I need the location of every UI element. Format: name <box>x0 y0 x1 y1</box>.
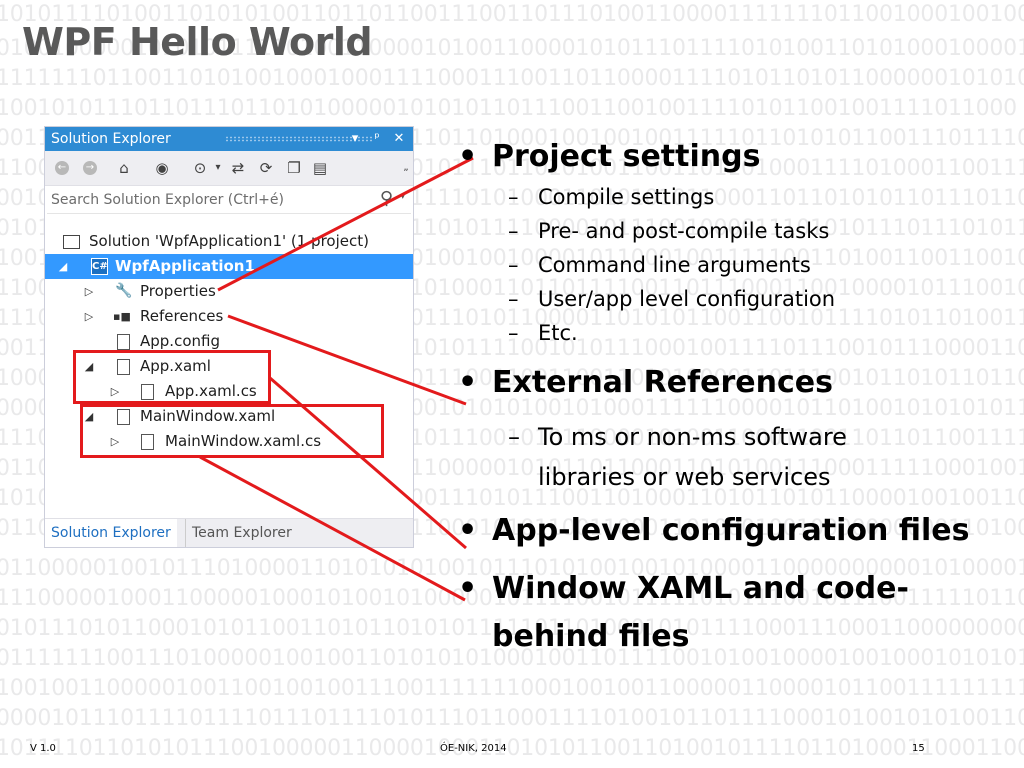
search-options-chevron-icon[interactable]: ▾ <box>400 192 405 202</box>
bullet-text: behind files <box>492 619 690 654</box>
tab-solution-explorer[interactable]: Solution Explorer <box>45 519 177 547</box>
solutions-view-icon[interactable]: ◉ <box>153 159 171 177</box>
tree-item-solution[interactable]: Solution 'WpfApplication1' (1 project) <box>45 229 413 254</box>
solution-icon <box>63 235 80 249</box>
sub-bullet-text: Pre- and post-compile tasks <box>538 219 830 243</box>
binary-row: 1111111011001101010010001000111100011100… <box>0 66 1024 91</box>
csharp-project-icon: C# <box>91 258 108 275</box>
home-icon[interactable]: ⌂ <box>115 159 133 177</box>
bottom-tabs: Solution Explorer Team Explorer <box>45 518 413 547</box>
app-xaml-highlight-box <box>73 350 271 404</box>
sub-marker: – <box>508 185 519 209</box>
search-box: ⚲ ▾ <box>47 187 411 214</box>
sync-icon[interactable]: ⇄ <box>229 159 247 177</box>
sub-bullet-text: Compile settings <box>538 185 715 209</box>
search-input[interactable] <box>51 190 361 210</box>
footer-center: ÓE-NIK, 2014 <box>440 743 507 754</box>
solution-explorer-titlebar[interactable]: Solution Explorer ▾ ᵖ ✕ <box>45 127 413 151</box>
tree-item-properties[interactable]: ▷ 🔧 Properties <box>45 279 413 304</box>
wrench-icon: 🔧 <box>115 283 133 299</box>
expanded-arrow-icon[interactable]: ◢ <box>57 254 69 279</box>
bullet-text: App-level configuration files <box>492 513 970 548</box>
slide-title: WPF Hello World <box>22 20 373 64</box>
collapsed-arrow-icon[interactable]: ▷ <box>83 279 95 304</box>
bullet-text: External References <box>492 365 833 400</box>
references-icon: ▪■ <box>113 310 131 323</box>
pending-changes-icon[interactable]: ⊙ <box>191 159 209 177</box>
bullet-text: Window XAML and code- <box>492 571 909 606</box>
sub-bullet-text: libraries or web services <box>538 463 831 491</box>
properties-icon[interactable]: ▤ <box>311 159 329 177</box>
sub-bullet-text: To ms or non-ms software <box>538 423 847 451</box>
binary-row: 1001010111011011101101010000010101011011… <box>0 96 1017 121</box>
solution-explorer-toolbar: ← → ⌂ ◉ ⊙ ▾ ⇄ ⟳ ❐ ▤ „ <box>45 151 413 186</box>
sub-marker: – <box>508 253 519 277</box>
search-icon[interactable]: ⚲ <box>380 188 393 209</box>
sub-marker: – <box>508 287 519 311</box>
sub-bullet-text: User/app level configuration <box>538 287 836 311</box>
footer-version: V 1.0 <box>30 743 56 754</box>
binary-row: 1001001100000100110010010011100111111100… <box>0 676 1024 701</box>
chevron-down-icon[interactable]: ▾ <box>209 159 227 177</box>
collapsed-arrow-icon[interactable]: ▷ <box>83 304 95 329</box>
sub-bullet-text: Command line arguments <box>538 253 811 277</box>
tree-item-label: WpfApplication1 <box>115 257 255 275</box>
bullet-marker: • <box>458 571 478 606</box>
binary-row: 1011110110101011100100000110000100011010… <box>0 736 1024 761</box>
binary-row: 0000101110111101111011101111010111011000… <box>0 706 1024 731</box>
solution-explorer-panel: Solution Explorer ▾ ᵖ ✕ ← → ⌂ ◉ ⊙ ▾ ⇄ ⟳ … <box>44 126 414 548</box>
sub-bullet-text: Etc. <box>538 321 578 345</box>
sub-marker: – <box>508 321 519 345</box>
sub-marker: – <box>508 219 519 243</box>
sub-marker: – <box>508 423 520 451</box>
bullet-marker: • <box>458 365 478 400</box>
mainwindow-xaml-highlight-box <box>80 404 384 458</box>
forward-icon[interactable]: → <box>83 161 97 175</box>
refresh-icon[interactable]: ⟳ <box>257 159 275 177</box>
tree-item-project[interactable]: ◢ C# WpfApplication1 <box>45 254 413 279</box>
footer-page-number: 15 <box>912 743 925 754</box>
tree-item-references[interactable]: ▷ ▪■ References <box>45 304 413 329</box>
bullet-text: Project settings <box>492 139 761 174</box>
back-icon[interactable]: ← <box>55 161 69 175</box>
overflow-icon[interactable]: „ <box>397 159 415 177</box>
pin-icon[interactable]: ᵖ <box>369 127 385 151</box>
close-icon[interactable]: ✕ <box>391 127 407 151</box>
tree-item-label: Properties <box>140 282 216 300</box>
slide: 1010111101001101010100110110110011100110… <box>0 0 1024 768</box>
solution-explorer-title: Solution Explorer <box>51 131 171 147</box>
window-position-dropdown-icon[interactable]: ▾ <box>347 127 363 151</box>
collapse-all-icon[interactable]: ❐ <box>285 159 303 177</box>
config-file-icon <box>117 334 130 350</box>
tree-item-label: Solution 'WpfApplication1' (1 project) <box>89 232 369 250</box>
tree-item-label: References <box>140 307 224 325</box>
bullet-marker: • <box>458 513 478 548</box>
bullet-marker: • <box>458 139 478 174</box>
tab-team-explorer[interactable]: Team Explorer <box>185 519 298 547</box>
